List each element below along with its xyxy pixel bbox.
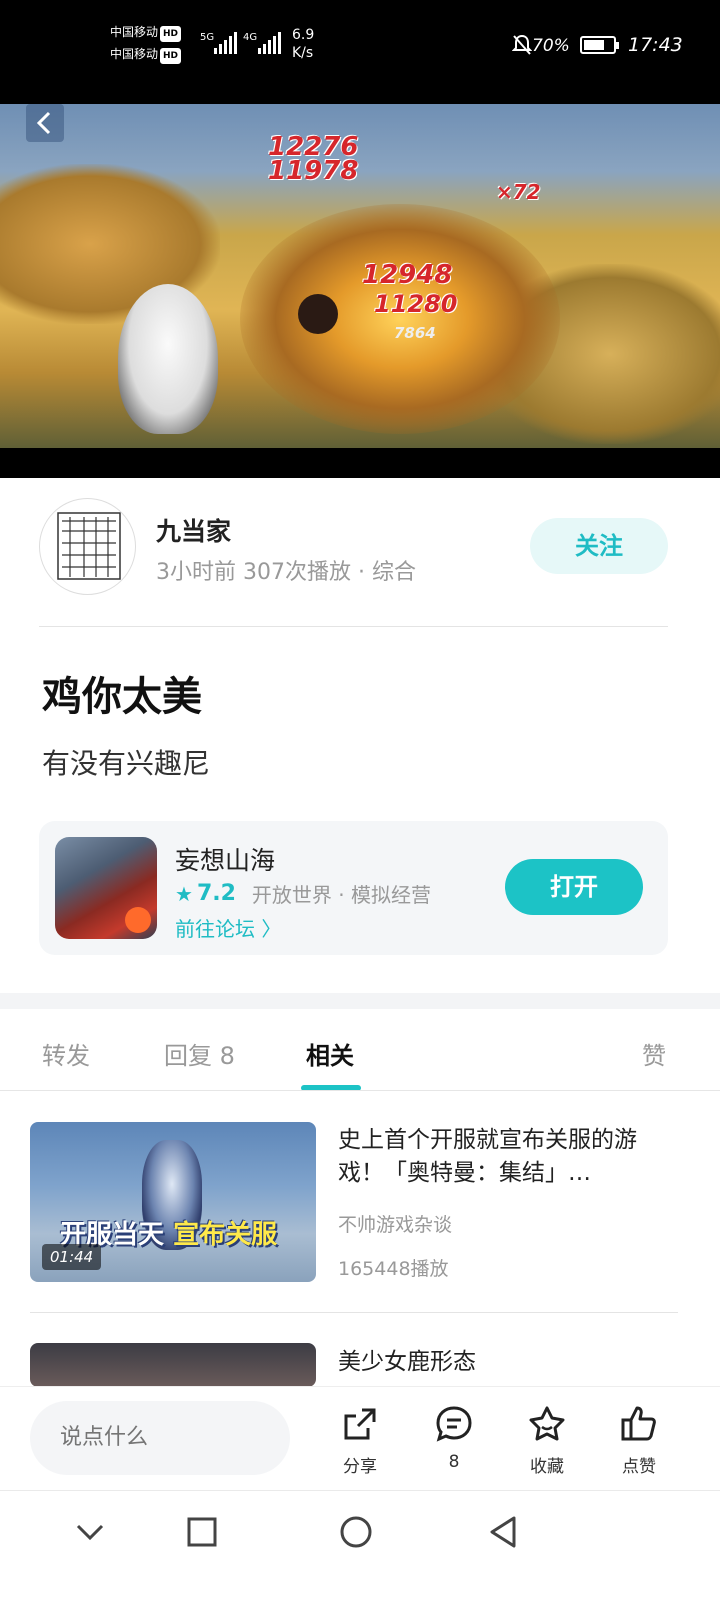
damage-number: 11978 <box>268 156 359 186</box>
flame-badge-icon <box>125 907 151 933</box>
forum-link[interactable]: 前往论坛 〉 <box>175 913 281 942</box>
open-game-button[interactable]: 打开 <box>505 859 643 915</box>
related-video-thumbnail[interactable]: 开服当天 宣布关服 01:44 <box>30 1122 316 1282</box>
thumbs-up-icon <box>621 1406 656 1441</box>
network-5g: 5G <box>200 32 215 43</box>
follow-button[interactable]: 关注 <box>530 518 668 574</box>
post-body: 有没有兴趣尼 <box>42 747 211 780</box>
related-video-title[interactable]: 史上首个开服就宣布关服的游戏！「奥特曼：集结」… <box>338 1124 678 1190</box>
carrier-2: 中国移动 HD <box>110 47 182 64</box>
related-video-plays: 165448播放 <box>338 1258 449 1280</box>
damage-number: ×72 <box>496 180 541 204</box>
game-tags: 开放世界 · 模拟经营 <box>251 883 431 907</box>
share-icon <box>344 1408 376 1440</box>
tab-forward[interactable]: 转发 <box>42 1036 90 1071</box>
post-title: 鸡你太美 <box>42 674 202 720</box>
favorite-button[interactable]: 收藏 <box>515 1404 579 1477</box>
related-video-author[interactable]: 不帅游戏杂谈 <box>338 1210 452 1237</box>
back-button[interactable] <box>26 104 64 142</box>
game-rating-row: ★ 7.2 开放世界 · 模拟经营 <box>175 879 431 908</box>
bell-muted-icon <box>512 34 532 55</box>
star-icon <box>529 1406 565 1441</box>
avatar-calligraphy-icon <box>57 512 121 580</box>
game-card[interactable]: 妄想山海 ★ 7.2 开放世界 · 模拟经营 前往论坛 〉 打开 <box>39 821 668 955</box>
post-meta: 3小时前 307次播放 · 综合 <box>156 560 416 585</box>
comment-bubble-icon <box>436 1406 472 1442</box>
comment-input[interactable] <box>30 1401 290 1475</box>
home-circle-icon[interactable] <box>336 1512 376 1552</box>
comment-button[interactable]: 8 <box>422 1404 486 1472</box>
share-button[interactable]: 分享 <box>328 1404 392 1477</box>
recents-square-icon[interactable] <box>182 1512 222 1552</box>
back-triangle-icon[interactable] <box>484 1512 524 1552</box>
game-icon[interactable] <box>55 837 157 939</box>
author-name[interactable]: 九当家 <box>156 512 231 548</box>
clock: 17:43 <box>628 34 683 56</box>
divider <box>39 626 668 627</box>
carrier-1: 中国移动 HD <box>110 25 182 42</box>
tab-reply[interactable]: 回复 8 <box>164 1036 235 1071</box>
network-speed: 6.9 K/s <box>292 27 315 61</box>
divider <box>30 1312 678 1313</box>
panda-character <box>118 284 218 434</box>
video-duration: 01:44 <box>42 1244 102 1270</box>
battery-icon <box>580 36 619 54</box>
like-button[interactable]: 点赞 <box>607 1404 671 1477</box>
star-icon: ★ <box>175 881 193 906</box>
signal-icon <box>258 32 281 54</box>
chevron-down-icon[interactable] <box>70 1512 110 1552</box>
divider <box>0 1090 720 1091</box>
game-rating: 7.2 <box>196 881 236 906</box>
network-4g: 4G <box>243 32 258 43</box>
video-player[interactable]: 12276 11978 12948 11280 7864 ×72 <box>0 104 720 478</box>
back-arrow-icon <box>36 111 51 135</box>
damage-number: 12948 <box>362 260 453 290</box>
signal-icon <box>214 32 237 54</box>
related-video-thumbnail[interactable] <box>30 1343 316 1387</box>
author-avatar[interactable] <box>39 498 136 595</box>
explosion-effect <box>240 204 560 434</box>
battery-percent: 70% <box>532 36 570 56</box>
damage-number: 11280 <box>374 290 458 318</box>
related-video-title[interactable]: 美少女鹿形态 <box>338 1346 678 1379</box>
status-bar: 中国移动 HD 中国移动 HD 5G 4G 6.9 K/s 70% 17:43 <box>0 0 720 104</box>
tab-like[interactable]: 赞 <box>642 1036 666 1071</box>
game-name[interactable]: 妄想山海 <box>175 841 275 877</box>
damage-number: 7864 <box>394 324 436 342</box>
tab-related[interactable]: 相关 <box>306 1036 354 1071</box>
section-separator <box>0 993 720 1009</box>
